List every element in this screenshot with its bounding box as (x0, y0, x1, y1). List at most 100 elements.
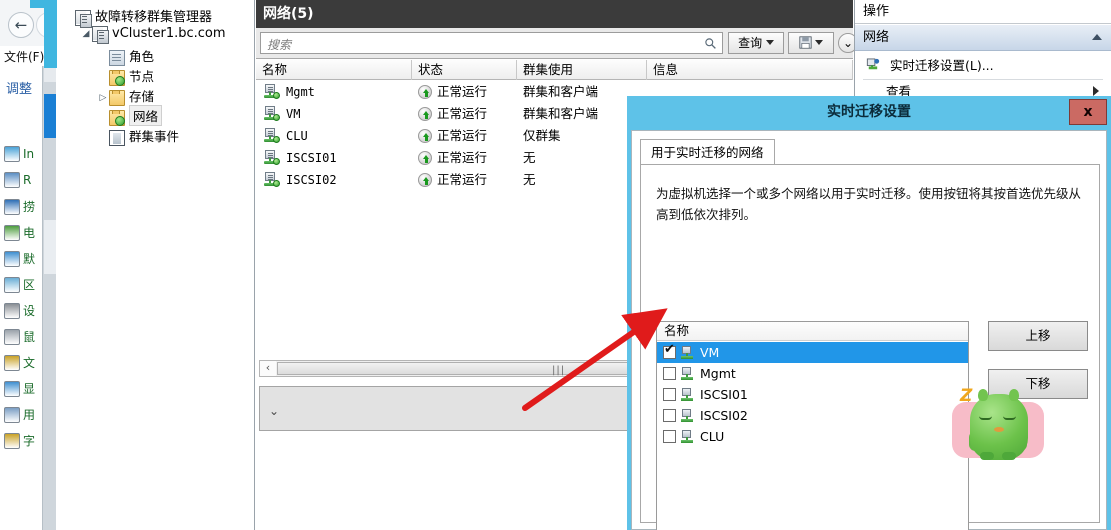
cell-status: 正常运行 (418, 147, 487, 169)
save-query-button[interactable] (788, 32, 834, 54)
chevron-down-icon (765, 40, 774, 45)
default-programs-icon (4, 251, 20, 267)
background-control-panel-window: ← 文件(F) 调整 In R 捞电默区设鼠文显用字 (0, 0, 44, 530)
control-panel-item[interactable]: 用 (4, 406, 44, 432)
actions-group-label: 网络 (863, 30, 890, 45)
status-up-icon (418, 107, 432, 121)
mascot-ear-left (978, 389, 988, 401)
control-panel-item[interactable]: 设 (4, 302, 44, 328)
chevron-up-icon[interactable] (1092, 34, 1102, 40)
tree-item-5[interactable]: 网络 (63, 105, 253, 126)
region-icon (4, 277, 20, 293)
control-panel-item[interactable]: 捞 (4, 198, 44, 224)
network-name: ISCSI02 (286, 173, 337, 187)
tree-item-label: 故障转移群集管理器 (95, 10, 213, 25)
tree-item-2[interactable]: 角色 (63, 46, 253, 66)
checkbox[interactable] (663, 430, 676, 443)
background-heading: 调整 (6, 82, 33, 97)
control-panel-item[interactable]: 鼠 (4, 328, 44, 354)
mascot-foot-left (980, 452, 994, 460)
scroll-left-button[interactable]: ‹ (260, 361, 276, 376)
tree-item-6[interactable]: 群集事件 (63, 126, 253, 146)
cell-name: ISCSI02 (264, 169, 337, 191)
tab-networks-for-live-migration[interactable]: 用于实时迁移的网络 (640, 139, 775, 165)
nodes-icon (109, 70, 125, 86)
status-up-icon (418, 85, 432, 99)
control-panel-item-label: 区 (23, 278, 36, 292)
column-header-1[interactable]: 状态 (412, 60, 517, 80)
back-button[interactable]: ← (8, 12, 34, 38)
file-menu[interactable]: 文件(F) (4, 48, 44, 65)
tree-item-label: 节点 (129, 69, 155, 84)
mascot-ear-right (1009, 389, 1019, 401)
search-placeholder: 搜索 (267, 38, 292, 52)
control-panel-item-label: 字 (23, 434, 36, 448)
network-icon (264, 172, 280, 187)
cell-cluster-use: 无 (523, 150, 536, 165)
network-icon (264, 106, 280, 121)
move-up-button[interactable]: 上移 (988, 321, 1088, 351)
scroll-thumb[interactable] (44, 94, 56, 138)
status-up-icon (418, 173, 432, 187)
tree-item-1[interactable]: ◢ vCluster1.bc.com (63, 26, 253, 46)
sleep-z-icon: Z (960, 386, 973, 406)
cell-name: VM (264, 103, 300, 125)
column-header-0[interactable]: 名称 (256, 60, 412, 80)
chevron-down-icon[interactable]: ⌄ (269, 404, 279, 418)
control-panel-item[interactable]: 显 (4, 380, 44, 406)
control-panel-item-label: In (23, 147, 35, 161)
control-panel-item[interactable]: 电 (4, 224, 44, 250)
status-label: 正常运行 (437, 106, 488, 121)
search-input[interactable]: 搜索 (260, 32, 723, 54)
close-icon[interactable]: x (1069, 99, 1107, 125)
tree-item-3[interactable]: 节点 (63, 66, 253, 86)
network-name: VM (286, 107, 301, 121)
content-toolbar: 搜索 查询 ⌄ (256, 28, 858, 59)
cell-name: Mgmt (264, 81, 315, 103)
mascot-eye-right (1003, 416, 1016, 420)
status-label: 正常运行 (437, 172, 488, 187)
control-panel-item[interactable]: 默 (4, 250, 44, 276)
control-panel-item[interactable]: R (4, 172, 44, 198)
actions-group-header[interactable]: 网络 (855, 25, 1111, 51)
list-item[interactable]: CLU (657, 426, 968, 447)
tree-item-label: 网络 (129, 105, 163, 126)
action-item-label: 实时迁移设置(L)... (889, 58, 994, 73)
cell-cluster-use: 群集和客户端 (523, 106, 599, 121)
tree-item-label: 角色 (129, 49, 155, 64)
background-window-scrollbar[interactable] (42, 66, 56, 530)
sleeping-mascot-sticker: Z (952, 386, 1044, 472)
query-button[interactable]: 查询 (728, 32, 784, 54)
network-icon (264, 84, 280, 99)
status-up-icon (418, 129, 432, 143)
scroll-track-segment[interactable] (44, 220, 56, 274)
control-panel-item-label: 设 (23, 304, 36, 318)
network-icon (264, 128, 280, 143)
dialog-tabstrip: 用于实时迁移的网络 (640, 139, 1100, 165)
tree-item-4[interactable]: ▷ 存储 (63, 86, 253, 106)
display-icon (4, 381, 20, 397)
page-title: 网络(5) (256, 0, 853, 28)
tree-item-0[interactable]: 故障转移群集管理器 (63, 6, 253, 28)
control-panel-item[interactable]: 区 (4, 276, 44, 302)
cluster-icon (92, 26, 109, 44)
column-header-3[interactable]: 信息 (647, 60, 853, 80)
mascot-eye-left (979, 416, 992, 420)
control-panel-item[interactable]: 字 (4, 432, 44, 458)
devices-printers-icon (4, 303, 20, 319)
roles-icon (109, 50, 125, 66)
control-panel-item[interactable]: In (4, 146, 44, 172)
control-panel-item-label: 默 (23, 252, 36, 266)
cluster-events-icon (109, 130, 125, 146)
tree-expander-icon[interactable]: ▷ (97, 93, 109, 103)
control-panel-item-label: 文 (23, 356, 36, 370)
tree-expander-icon[interactable]: ◢ (80, 29, 92, 39)
fonts-icon (4, 433, 20, 449)
control-panel-item[interactable]: 文 (4, 354, 44, 380)
cell-cluster-use: 群集和客户端 (523, 84, 599, 99)
action-live-migration-settings[interactable]: 实时迁移设置(L)... (855, 54, 1111, 78)
actions-pane-title: 操作 (855, 0, 1111, 24)
scroll-up-button[interactable] (44, 68, 56, 82)
column-header-2[interactable]: 群集使用 (517, 60, 647, 80)
network-name: ISCSI01 (286, 151, 337, 165)
